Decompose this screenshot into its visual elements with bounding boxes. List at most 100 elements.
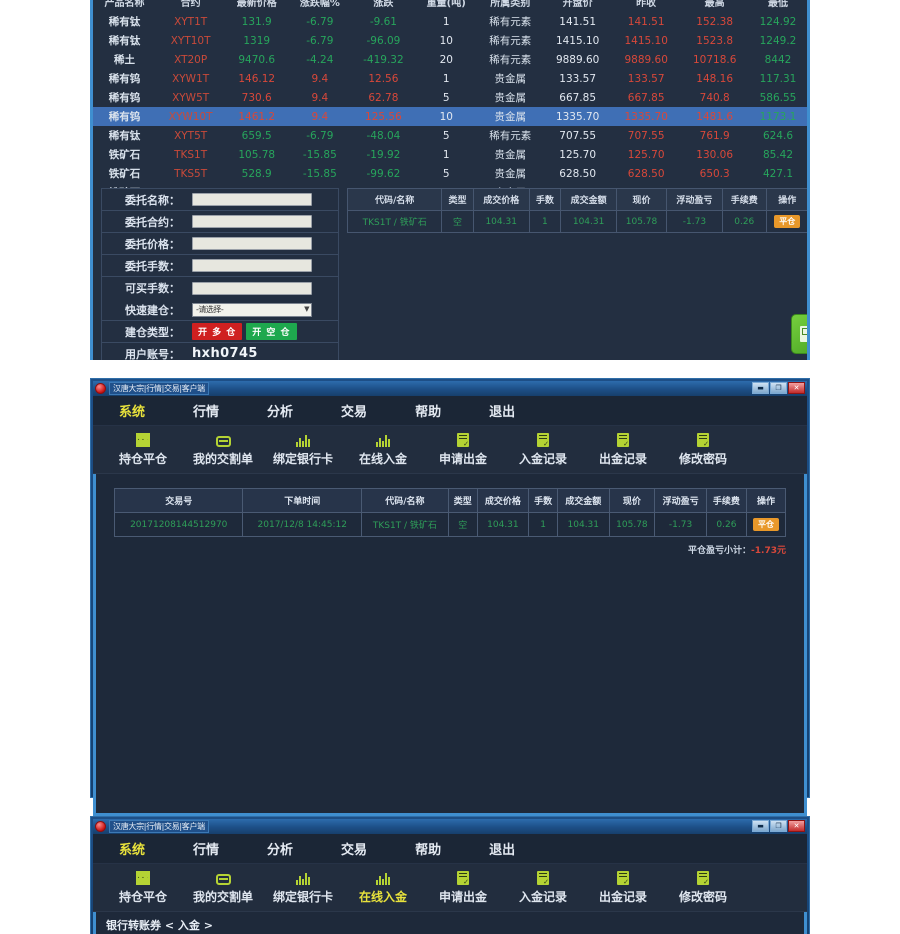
minimize-icon[interactable]: ▬ xyxy=(752,820,769,832)
window2-tool-出金记录[interactable]: 出金记录 xyxy=(583,432,663,467)
prev-close: 133.57 xyxy=(627,72,665,85)
open-price: 125.70 xyxy=(559,148,597,161)
doc-icon xyxy=(697,871,709,886)
order-row-2[interactable]: 委托价格： xyxy=(102,233,338,255)
quotes-col-header: 重量(吨) xyxy=(426,0,466,9)
quotes-row[interactable]: 稀土 XT20P 9470.6 -4.24 -419.32 20 稀有元素 9889.60 98… xyxy=(93,50,807,69)
order-field-input[interactable] xyxy=(192,281,312,295)
weight: 1 xyxy=(442,15,450,28)
window3-menu-分析[interactable]: 分析 xyxy=(259,839,301,858)
window2-tool-修改密码[interactable]: 修改密码 xyxy=(663,432,743,467)
change-pct: -6.79 xyxy=(306,129,334,142)
contract-code: XYW5T xyxy=(172,91,210,104)
window3-tool-持仓平仓[interactable]: 持仓平仓 xyxy=(103,870,183,905)
window2-tool-绑定银行卡[interactable]: 绑定银行卡 xyxy=(263,432,343,467)
quotes-row[interactable]: 稀有钨 XYW5T 730.6 9.4 62.78 5 贵金属 667.85 667.85 740… xyxy=(93,88,807,107)
order-row-3[interactable]: 委托手数： xyxy=(102,255,338,277)
window2-title-buttons: ▬ ❐ ✕ xyxy=(752,382,805,394)
window2-menu-系统[interactable]: 系统 xyxy=(111,401,153,420)
quotes-row[interactable]: 铁矿石 TKS5T 528.9 -15.85 -99.62 5 贵金属 628.50 628.5… xyxy=(93,164,807,183)
tool-label: 申请出金 xyxy=(438,890,487,904)
quick-open-select[interactable]: -请选择- ▼ xyxy=(192,302,312,317)
window3-menubar[interactable]: 系统 行情 分析 交易 帮助 退出 xyxy=(93,834,807,864)
last-price: 730.6 xyxy=(241,91,272,104)
table-row[interactable]: 20171208144512970 2017/12/8 14:45:12 TKS1T… xyxy=(113,512,786,537)
trades-col-header: 交易号 xyxy=(113,488,244,513)
quick-open-label: 快速建仓： xyxy=(125,303,180,317)
order-field-input[interactable] xyxy=(192,215,312,228)
window2-menu-退出[interactable]: 退出 xyxy=(481,401,523,420)
positions-table-body[interactable]: TKS1T / 铁矿石空 104.31 1 104.31 105.78 -1.73 0.26… xyxy=(346,210,807,233)
close-icon[interactable]: ✕ xyxy=(788,820,805,832)
window2-menubar[interactable]: 系统 行情 分析 交易 帮助 退出 xyxy=(93,396,807,426)
window3-tool-申请出金[interactable]: 申请出金 xyxy=(423,870,503,905)
chart-icon xyxy=(136,871,150,885)
window3-menu-行情[interactable]: 行情 xyxy=(185,839,227,858)
order-field-input[interactable] xyxy=(192,193,312,206)
window2-tool-持仓平仓[interactable]: 持仓平仓 xyxy=(103,432,183,467)
window3-menu-交易[interactable]: 交易 xyxy=(333,839,375,858)
window2-menu-交易[interactable]: 交易 xyxy=(333,401,375,420)
tool-label: 修改密码 xyxy=(678,890,727,904)
window3-toolbar[interactable]: 持仓平仓 我的交割单 绑定银行卡 在线入金 申请出金 入金记录 出金记录 修改密码 xyxy=(93,864,807,912)
low-price: 8442 xyxy=(764,53,792,66)
weight: 1 xyxy=(442,72,450,85)
trade-pnl: -1.73 xyxy=(654,512,707,537)
window2-menu-分析[interactable]: 分析 xyxy=(259,401,301,420)
order-row-0[interactable]: 委托名称： xyxy=(102,189,338,211)
window3-tool-绑定银行卡[interactable]: 绑定银行卡 xyxy=(263,870,343,905)
quotes-col-header: 所属类别 xyxy=(490,0,531,9)
window2-toolbar[interactable]: 持仓平仓 我的交割单 绑定银行卡 在线入金 申请出金 入金记录 出金记录 修改密码 xyxy=(93,426,807,474)
window2-tool-入金记录[interactable]: 入金记录 xyxy=(503,432,583,467)
close-position-button[interactable]: 平仓 xyxy=(774,215,801,228)
high-price: 152.38 xyxy=(696,15,734,28)
window2-titlebar[interactable]: 汉唐大宗|行情|交易|客户端 ▬ ❐ ✕ xyxy=(93,381,807,396)
window2-tool-我的交割单[interactable]: 我的交割单 xyxy=(183,432,263,467)
window3-menu-退出[interactable]: 退出 xyxy=(481,839,523,858)
qr-code-icon[interactable] xyxy=(791,314,807,354)
window3-tool-我的交割单[interactable]: 我的交割单 xyxy=(183,870,263,905)
open-short-button[interactable]: 开 空 仓 xyxy=(246,323,297,340)
order-field-input[interactable] xyxy=(192,259,312,272)
close-position-button[interactable]: 平仓 xyxy=(753,518,779,531)
minimize-icon[interactable]: ▬ xyxy=(752,382,769,394)
close-icon[interactable]: ✕ xyxy=(788,382,805,394)
window2-menu-帮助[interactable]: 帮助 xyxy=(407,401,449,420)
change-value: 12.56 xyxy=(368,72,399,85)
window2-tool-在线入金[interactable]: 在线入金 xyxy=(343,432,423,467)
quotes-row[interactable]: 稀有钛 XYT1T 131.9 -6.79 -9.61 1 稀有元素 141.51 141.51… xyxy=(93,12,807,31)
quotes-table-body[interactable]: 稀有钛 XYT1T 131.9 -6.79 -9.61 1 稀有元素 141.51 141.51… xyxy=(93,12,807,202)
doc-icon xyxy=(617,871,629,886)
maximize-icon[interactable]: ❐ xyxy=(770,820,787,832)
order-row-quick-open[interactable]: 快速建仓： -请选择- ▼ xyxy=(102,299,338,321)
window2-tool-申请出金[interactable]: 申请出金 xyxy=(423,432,503,467)
order-form-inputs[interactable]: 委托名称： 委托合约： 委托价格： 委托手数： 可买手数： xyxy=(102,189,338,299)
quotes-row[interactable]: 稀有钛 XYT5T 659.5 -6.79 -48.04 5 稀有元素 707.55 707.5… xyxy=(93,126,807,145)
contract-code: TKS1T xyxy=(174,148,208,161)
quotes-col-header: 最低 xyxy=(767,0,788,9)
window3-menu-系统[interactable]: 系统 xyxy=(111,839,153,858)
trades-table-body[interactable]: 20171208144512970 2017/12/8 14:45:12 TKS1T… xyxy=(113,512,786,537)
window3-title-buttons: ▬ ❐ ✕ xyxy=(752,820,805,832)
window3-menu-帮助[interactable]: 帮助 xyxy=(407,839,449,858)
window3-titlebar[interactable]: 汉唐大宗|行情|交易|客户端 ▬ ❐ ✕ xyxy=(93,819,807,834)
trades-summary-label: 平仓盈亏小计： xyxy=(688,546,752,556)
order-field-input[interactable] xyxy=(192,237,312,250)
positions-col-header: 代码/名称 xyxy=(346,188,443,211)
window3-tool-入金记录[interactable]: 入金记录 xyxy=(503,870,583,905)
table-row[interactable]: TKS1T / 铁矿石空 104.31 1 104.31 105.78 -1.73 0.26… xyxy=(346,210,807,233)
order-row-4[interactable]: 可买手数： xyxy=(102,277,338,299)
window3-tool-在线入金[interactable]: 在线入金 xyxy=(343,870,423,905)
order-form[interactable]: 委托名称： 委托合约： 委托价格： 委托手数： 可买手数： 快速建仓： -请选择- ▼ … xyxy=(101,188,339,360)
quotes-row[interactable]: 铁矿石 TKS1T 105.78 -15.85 -19.92 1 贵金属 125.70 125.… xyxy=(93,145,807,164)
position-pnl: -1.73 xyxy=(665,210,723,233)
window3-tool-修改密码[interactable]: 修改密码 xyxy=(663,870,743,905)
window3-tool-出金记录[interactable]: 出金记录 xyxy=(583,870,663,905)
quotes-row[interactable]: 稀有钨 XYW1T 146.12 9.4 12.56 1 贵金属 133.57 133.57 14… xyxy=(93,69,807,88)
order-row-1[interactable]: 委托合约： xyxy=(102,211,338,233)
window2-menu-行情[interactable]: 行情 xyxy=(185,401,227,420)
maximize-icon[interactable]: ❐ xyxy=(770,382,787,394)
quotes-row[interactable]: 稀有钛 XYT10T 1319 -6.79 -96.09 10 稀有元素 1415.10 141… xyxy=(93,31,807,50)
open-long-button[interactable]: 开 多 仓 xyxy=(192,323,243,340)
quotes-row[interactable]: 稀有钨 XYW10T 1461.2 9.4 125.56 10 贵金属 1335.70 1335… xyxy=(93,107,807,126)
